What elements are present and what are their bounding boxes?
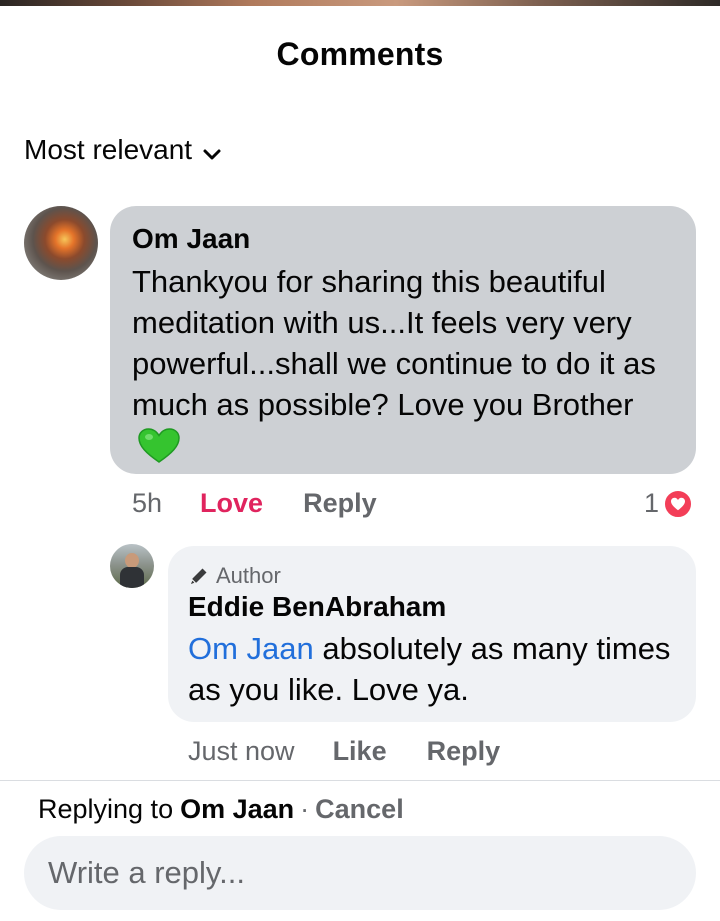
reply-text: Om Jaan absolutely as many times as you … [188, 628, 676, 710]
sort-label: Most relevant [24, 134, 193, 165]
mention-link[interactable]: Om Jaan [188, 631, 314, 666]
post-image-strip [0, 0, 720, 6]
avatar[interactable] [24, 206, 98, 280]
comment-text-content: Thankyou for sharing this beautiful medi… [132, 264, 656, 422]
love-button[interactable]: Love [200, 488, 263, 519]
page-title: Comments [276, 36, 444, 72]
replying-to-bar: Replying to Om Jaan · Cancel [38, 794, 404, 825]
heart-reaction-icon [663, 488, 694, 519]
author-badge: Author [188, 562, 676, 590]
comment-text: Thankyou for sharing this beautiful medi… [132, 261, 674, 466]
reply-avatar[interactable] [110, 544, 154, 588]
comment-actions: 5h Love Reply [132, 488, 377, 519]
comment-bubble: Om Jaan Thankyou for sharing this beauti… [110, 206, 696, 474]
divider [0, 780, 720, 781]
reaction-count: 1 [644, 488, 660, 518]
replying-prefix: Replying to [38, 794, 174, 824]
reply-timestamp[interactable]: Just now [188, 736, 295, 767]
reply-button[interactable]: Reply [303, 488, 377, 519]
replying-target: Om Jaan [180, 794, 295, 824]
reply-author[interactable]: Eddie BenAbraham [188, 590, 676, 624]
author-badge-label: Author [216, 563, 281, 588]
avatar-body [120, 567, 144, 588]
comment-timestamp[interactable]: 5h [132, 488, 162, 519]
reaction-summary[interactable]: 1 [644, 488, 694, 519]
cancel-button[interactable]: Cancel [315, 794, 404, 825]
reply-bubble: Author Eddie BenAbraham Om Jaan absolute… [168, 546, 696, 722]
reply-actions: Just now Like Reply [188, 736, 500, 767]
green-heart-icon [138, 428, 180, 464]
sort-dropdown[interactable]: Most relevant [24, 134, 222, 166]
separator-dot: · [300, 794, 310, 824]
chevron-down-icon [202, 140, 222, 160]
reply-reply-button[interactable]: Reply [427, 736, 501, 767]
pencil-icon [188, 565, 210, 587]
reply-input[interactable] [24, 836, 696, 910]
comment-author[interactable]: Om Jaan [132, 222, 674, 256]
like-button[interactable]: Like [333, 736, 387, 767]
avatar-head [125, 553, 139, 568]
